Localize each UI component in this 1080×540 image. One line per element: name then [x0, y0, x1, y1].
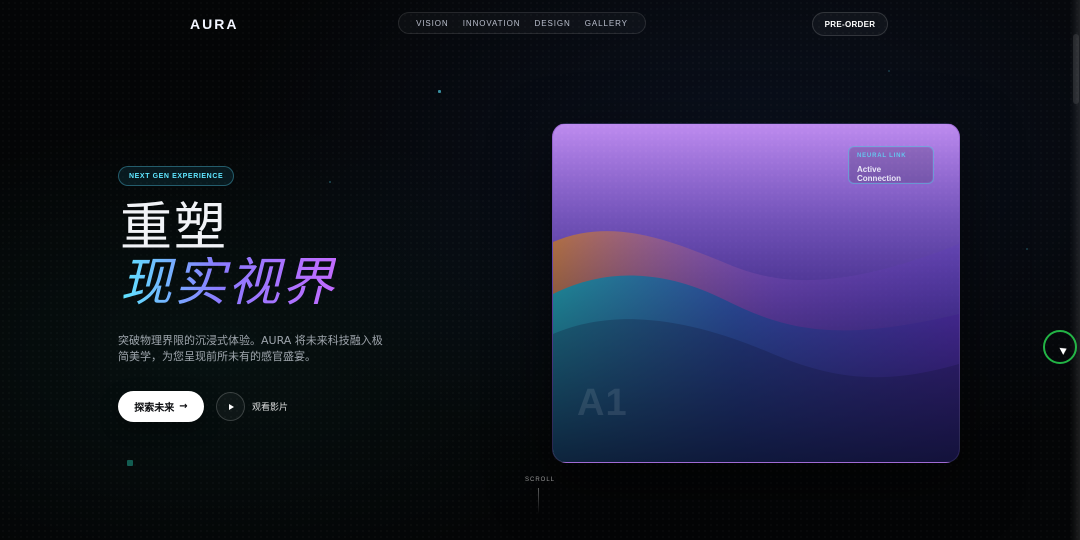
nav-item-innovation[interactable]: INNOVATION — [463, 19, 521, 28]
nav-item-gallery[interactable]: GALLERY — [585, 19, 628, 28]
scrollbar-thumb[interactable] — [1073, 34, 1079, 104]
arrow-right-icon: → — [179, 401, 188, 412]
scroll-label: SCROLL — [525, 477, 556, 483]
neural-link-kicker: NEURAL LINK — [857, 153, 907, 159]
brand-logo[interactable]: AURA — [190, 16, 238, 32]
play-icon — [216, 392, 245, 421]
hero-title-line-2: 现实视界 — [120, 253, 337, 313]
neural-link-status: Active Connection — [857, 165, 901, 183]
particle — [329, 181, 331, 183]
right-scrollbar[interactable] — [1070, 0, 1080, 540]
watch-video-label: 观看影片 — [252, 403, 289, 413]
watermark-a1: A1 — [577, 382, 628, 424]
particle — [1026, 248, 1028, 250]
nav-item-vision[interactable]: VISION — [416, 19, 449, 28]
watch-video-button[interactable]: 观看影片 — [216, 391, 288, 422]
hero-description: 突破物理界限的沉浸式体验。AURA 将未来科技融入极简美学，为您呈现前所未有的感… — [118, 334, 383, 363]
top-nav: VISION INNOVATION DESIGN GALLERY — [398, 12, 646, 34]
explore-future-label: 探索未来 — [134, 403, 175, 414]
preorder-button[interactable]: PRE-ORDER — [812, 12, 888, 36]
scroll-line — [538, 488, 539, 514]
landing-page: AURA VISION INNOVATION DESIGN GALLERY PR… — [0, 0, 1080, 540]
particle — [888, 70, 890, 72]
hero-badge: NEXT GEN EXPERIENCE — [118, 166, 235, 186]
particle — [127, 460, 133, 466]
neural-link-card: NEURAL LINK Active Connection — [848, 146, 934, 184]
explore-future-button[interactable]: 探索未来 → — [118, 391, 204, 422]
particle — [438, 90, 441, 93]
nav-item-design[interactable]: DESIGN — [535, 19, 571, 28]
hero-title-line-1: 重塑 — [120, 198, 229, 258]
